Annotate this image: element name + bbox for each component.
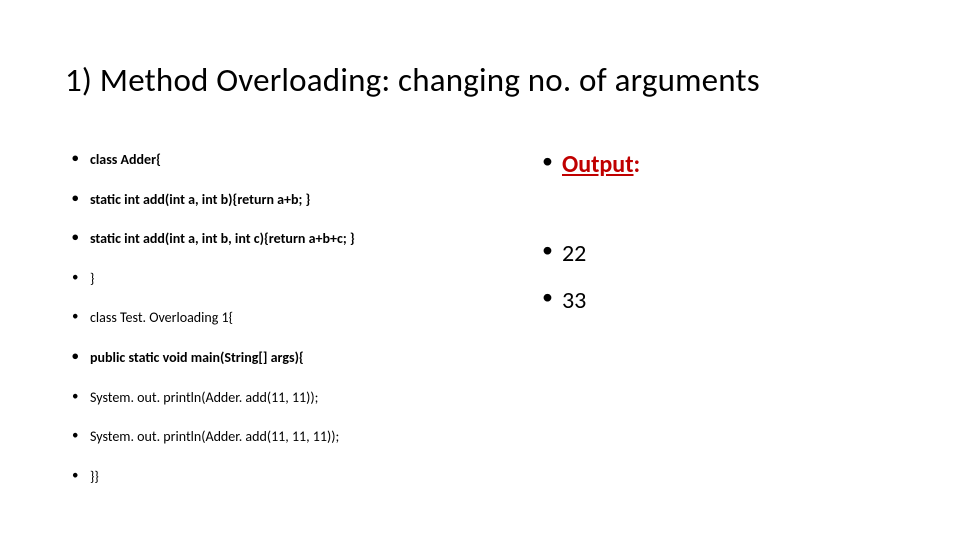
output-values-list: 22 33 (540, 239, 860, 315)
code-line: } (70, 269, 500, 289)
slide: 1) Method Overloading: changing no. of a… (0, 0, 960, 540)
output-heading-colon: : (634, 150, 641, 179)
code-line: System. out. println(Adder. add(11, 11, … (70, 427, 500, 447)
output-value-item: 33 (540, 286, 860, 315)
output-heading-item: Output: (540, 150, 860, 179)
output-value: 22 (562, 239, 586, 268)
output-column: Output: 22 33 (540, 150, 860, 333)
code-line: class Adder{ (70, 150, 500, 170)
code-line: }} (70, 467, 500, 487)
output-value: 33 (562, 286, 586, 315)
code-line: class Test. Overloading 1{ (70, 308, 500, 328)
output-value-item: 22 (540, 239, 860, 268)
code-line: System. out. println(Adder. add(11, 11))… (70, 388, 500, 408)
code-line: static int add(int a, int b){return a+b;… (70, 190, 500, 210)
code-line: static int add(int a, int b, int c){retu… (70, 229, 500, 249)
code-column: class Adder{ static int add(int a, int b… (70, 150, 500, 506)
code-line: public static void main(String[] args){ (70, 348, 500, 368)
code-list: class Adder{ static int add(int a, int b… (70, 150, 500, 486)
output-heading-list: Output: (540, 150, 860, 179)
output-values-section: 22 33 (540, 239, 860, 315)
output-heading: Output: (562, 150, 640, 179)
output-heading-text: Output (562, 150, 634, 179)
slide-title: 1) Method Overloading: changing no. of a… (65, 60, 760, 100)
